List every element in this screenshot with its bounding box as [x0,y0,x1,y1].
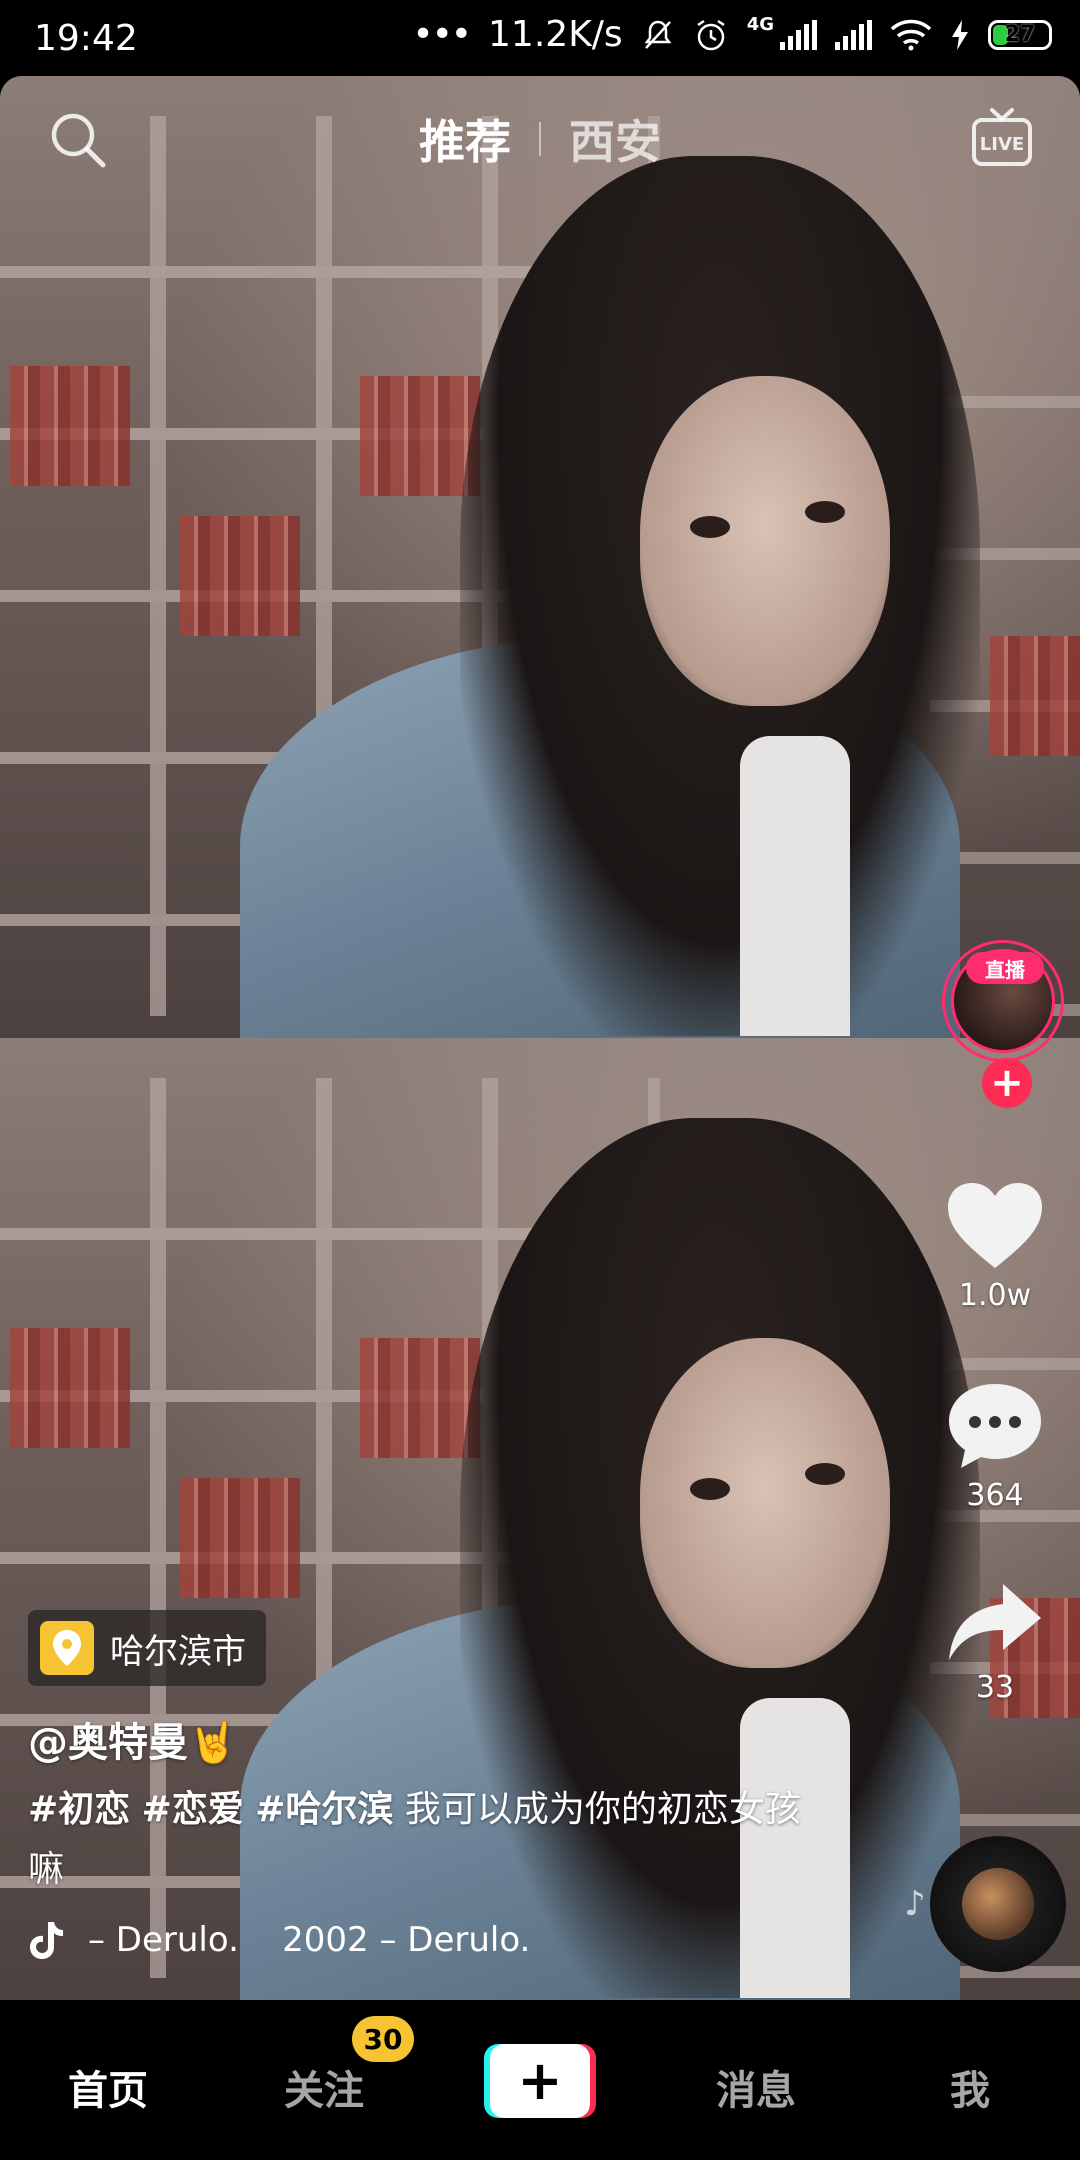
live-label: LIVE [980,134,1024,155]
hashtag[interactable]: #初恋 [28,1789,130,1830]
alarm-icon [696,19,725,50]
nav-home[interactable]: 首页 [68,2058,148,2116]
like-count: 1.0w [958,1278,1032,1313]
share-arrow-icon [949,1584,1041,1660]
video-caption: #初恋 #恋爱 #哈尔滨 我可以成为你的初恋女孩嘛 [28,1780,808,1900]
tab-local-city[interactable]: 西安 [569,106,661,172]
like-button[interactable]: 1.0w [910,1180,1080,1313]
comment-count: 364 [966,1478,1024,1513]
top-nav: 推荐 西安 LIVE [0,76,1080,196]
tab-recommended[interactable]: 推荐 [419,106,511,172]
charging-icon [952,19,968,50]
network-speed: 11.2K/s [488,14,623,55]
location-tag[interactable]: 哈尔滨市 [28,1610,266,1686]
create-button[interactable]: + [484,2044,596,2118]
nav-messages[interactable]: 消息 [716,2058,796,2116]
wifi-icon [890,19,932,50]
music-info[interactable]: – Derulo. 2002 – Derulo. [28,1920,530,1960]
location-pin-icon [40,1621,94,1675]
signal-2-icon [835,19,872,50]
status-icons: ••• 11.2K/s 4G 27 [412,14,1052,55]
following-badge: 30 [352,2016,414,2062]
feed-tabs: 推荐 西安 [0,106,1080,172]
music-disc[interactable] [930,1836,1066,1972]
tiktok-note-icon [30,1922,63,1959]
live-badge: 直播 [966,952,1044,984]
author-handle[interactable]: @奥特曼🤘 [28,1710,238,1768]
creator-avatar[interactable]: 直播 [942,940,1070,1068]
tab-divider [539,122,541,156]
follow-button[interactable]: + [982,1058,1032,1108]
more-dots-icon: ••• [412,14,472,55]
status-bar: 19:42 ••• 11.2K/s 4G 27 [0,0,1080,76]
battery-indicator: 27 [988,19,1052,50]
live-icon[interactable]: LIVE [970,106,1034,168]
signal-icon [780,19,817,50]
heart-icon [948,1183,1042,1268]
nav-following[interactable]: 关注 [284,2058,364,2116]
status-time: 19:42 [34,18,138,59]
bottom-nav: 首页 关注 30 + 消息 我 [0,2000,1080,2160]
plus-icon: + [490,2044,590,2118]
comment-icon [949,1384,1041,1468]
screen: 19:42 ••• 11.2K/s 4G 27 推荐 西安 LIVE 直播 + … [0,0,1080,2160]
location-label: 哈尔滨市 [110,1631,246,1672]
mute-icon [644,20,672,49]
music-cover [962,1868,1034,1940]
share-button[interactable]: 33 [910,1580,1080,1705]
hashtag[interactable]: #恋爱 [142,1789,244,1830]
music-title: – Derulo. 2002 – Derulo. [88,1920,531,1960]
share-count: 33 [975,1670,1015,1705]
music-note-icon: ♪ [904,1884,926,1924]
network-type: 4G [746,14,774,35]
video-frame-top [0,76,1080,1038]
comment-button[interactable]: 364 [910,1380,1080,1513]
hashtag[interactable]: #哈尔滨 [255,1789,393,1830]
nav-me[interactable]: 我 [950,2058,990,2116]
